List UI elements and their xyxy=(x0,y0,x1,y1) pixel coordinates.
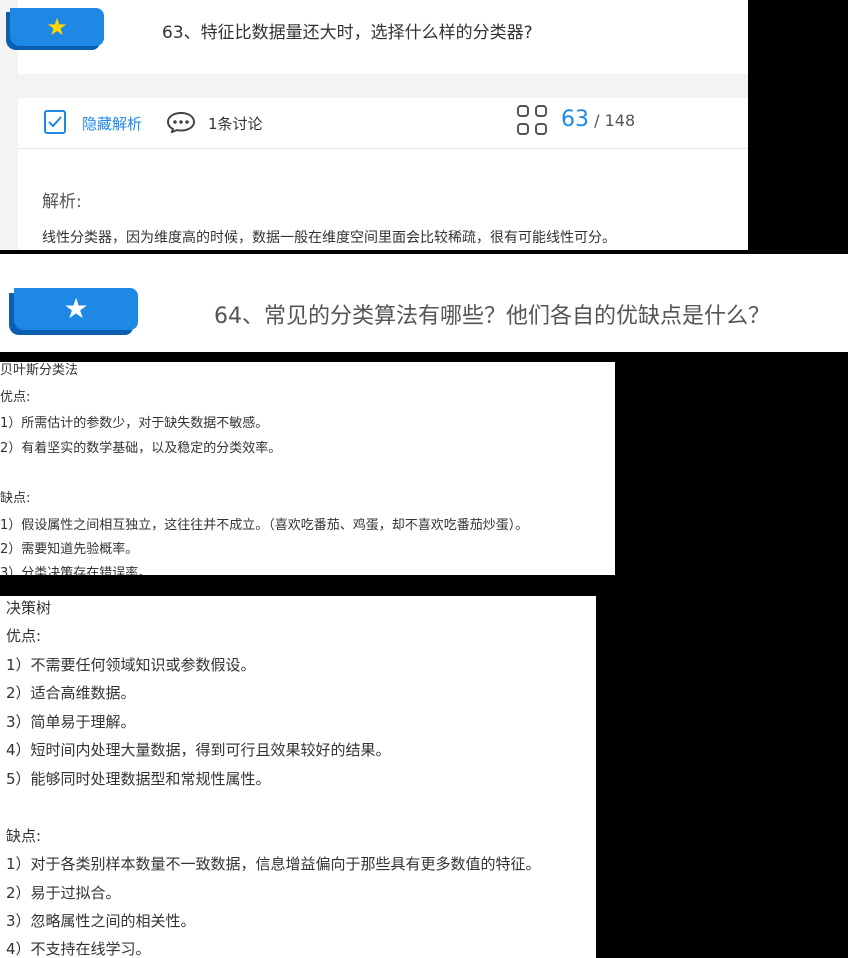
question-toolbar: 隐藏解析 1条讨论 63 / 148 xyxy=(18,98,748,149)
section-heading: 贝叶斯分类法 xyxy=(0,363,79,378)
list-item: 3）忽略属性之间的相关性。 xyxy=(6,912,196,930)
star-icon[interactable]: ★ xyxy=(46,15,68,39)
list-item: 1）假设属性之间相互独立，这往往并不成立。（喜欢吃番茄、鸡蛋，却不喜欢吃番茄炒蛋… xyxy=(0,518,529,533)
question-64-panel: ★ 64、常见的分类算法有哪些？他们各自的优缺点是什么？ xyxy=(0,254,848,352)
analysis-text: 线性分类器，因为维度高的时候，数据一般在维度空间里面会比较稀疏，很有可能线性可分… xyxy=(42,230,616,246)
list-item: 1）不需要任何领域知识或参数假设。 xyxy=(6,656,256,674)
star-icon[interactable]: ★ xyxy=(63,295,88,323)
list-item: 4）短时间内处理大量数据，得到可行且效果较好的结果。 xyxy=(6,741,391,759)
page-indicator[interactable]: 63 / 148 xyxy=(561,107,635,132)
analysis-section: 解析: 线性分类器，因为维度高的时候，数据一般在维度空间里面会比较稀疏，很有可能… xyxy=(18,149,748,250)
decision-tree-section: 决策树 优点: 1）不需要任何领域知识或参数假设。 2）适合高维数据。 3）简单… xyxy=(0,596,596,958)
pros-label: 优点: xyxy=(0,390,31,405)
question-title: 63、特征比数据量还大时，选择什么样的分类器? xyxy=(162,23,533,43)
chat-bubble-icon[interactable] xyxy=(166,111,196,133)
question-63-panel: ★ 63、特征比数据量还大时，选择什么样的分类器? 隐藏解析 1条讨论 63 /… xyxy=(0,0,748,250)
list-item: 3）分类决策存在错误率。 xyxy=(0,566,152,575)
list-item: 5）能够同时处理数据型和常规性属性。 xyxy=(6,770,271,788)
question-title: 64、常见的分类算法有哪些？他们各自的优缺点是什么？ xyxy=(214,304,770,329)
list-item: 2）适合高维数据。 xyxy=(6,684,136,702)
cons-label: 缺点: xyxy=(0,491,31,506)
analysis-label: 解析: xyxy=(42,192,82,212)
current-page: 63 xyxy=(561,107,589,132)
cons-label: 缺点: xyxy=(6,827,42,845)
bayes-section: 贝叶斯分类法 优点: 1）所需估计的参数少，对于缺失数据不敏感。 2）有着坚实的… xyxy=(0,362,615,575)
list-item: 3）简单易于理解。 xyxy=(6,713,136,731)
section-heading: 决策树 xyxy=(6,599,52,617)
list-item: 4）不支持在线学习。 xyxy=(6,940,151,958)
favorite-tab[interactable]: ★ xyxy=(10,8,104,46)
favorite-tab[interactable]: ★ xyxy=(14,288,138,330)
pros-label: 优点: xyxy=(6,627,42,645)
grid-icon[interactable] xyxy=(517,105,551,139)
page-separator: / xyxy=(594,111,600,130)
list-item: 1）对于各类别样本数量不一致数据，信息增益偏向于那些具有更多数值的特征。 xyxy=(6,855,541,873)
hide-analysis-link[interactable]: 隐藏解析 xyxy=(82,113,142,134)
list-item: 2）有着坚实的数学基础，以及稳定的分类效率。 xyxy=(0,441,282,456)
list-item: 1）所需估计的参数少，对于缺失数据不敏感。 xyxy=(0,416,269,431)
check-square-icon[interactable] xyxy=(44,110,66,134)
list-item: 2）需要知道先验概率。 xyxy=(0,542,139,557)
total-pages: 148 xyxy=(604,111,636,130)
discussion-link[interactable]: 1条讨论 xyxy=(208,113,263,134)
list-item: 2）易于过拟合。 xyxy=(6,884,121,902)
